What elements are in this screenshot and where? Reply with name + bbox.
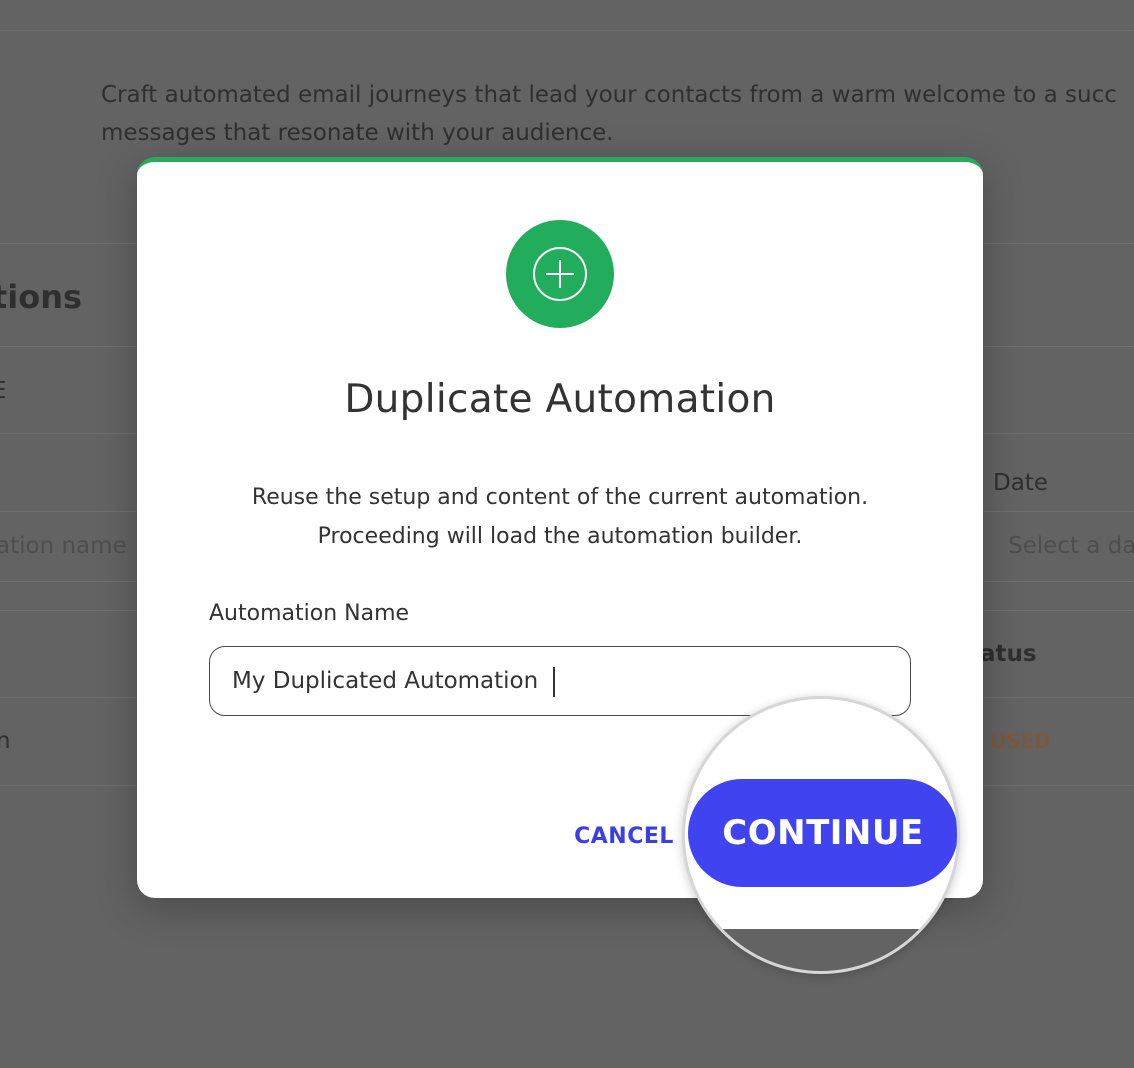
text-cursor <box>553 667 555 697</box>
description-line: Proceeding will load the automation buil… <box>317 524 803 549</box>
table-row-name[interactable]: n <box>0 728 11 754</box>
modal-title: Duplicate Automation <box>344 377 776 422</box>
description-line: Reuse the setup and content of the curre… <box>251 485 869 510</box>
intro-line: Craft automated email journeys that lead… <box>101 82 1117 108</box>
magnifier-callout: CONTINUE <box>682 696 960 974</box>
date-picker-placeholder[interactable]: Select a da <box>1008 533 1134 559</box>
automation-name-label: Automation Name <box>209 601 410 626</box>
status-badge: USED <box>990 729 1051 753</box>
continue-button[interactable]: CONTINUE <box>688 779 957 887</box>
plus-circle-icon-graphic <box>533 247 587 301</box>
filter-label: E <box>0 378 7 404</box>
divider <box>0 30 1134 31</box>
modal-description: Reuse the setup and content of the curre… <box>137 478 983 556</box>
intro-line: messages that resonate with your audienc… <box>101 120 614 146</box>
plus-circle-icon <box>506 220 614 328</box>
section-title: tions <box>0 278 83 316</box>
name-search-placeholder[interactable]: ation name <box>0 533 127 559</box>
page-intro-text: Craft automated email journeys that lead… <box>101 76 1134 152</box>
cancel-button[interactable]: CANCEL <box>559 814 689 858</box>
status-column-header: atus <box>980 641 1037 667</box>
date-column-label: Date <box>993 470 1048 496</box>
magnified-backdrop <box>685 929 957 971</box>
